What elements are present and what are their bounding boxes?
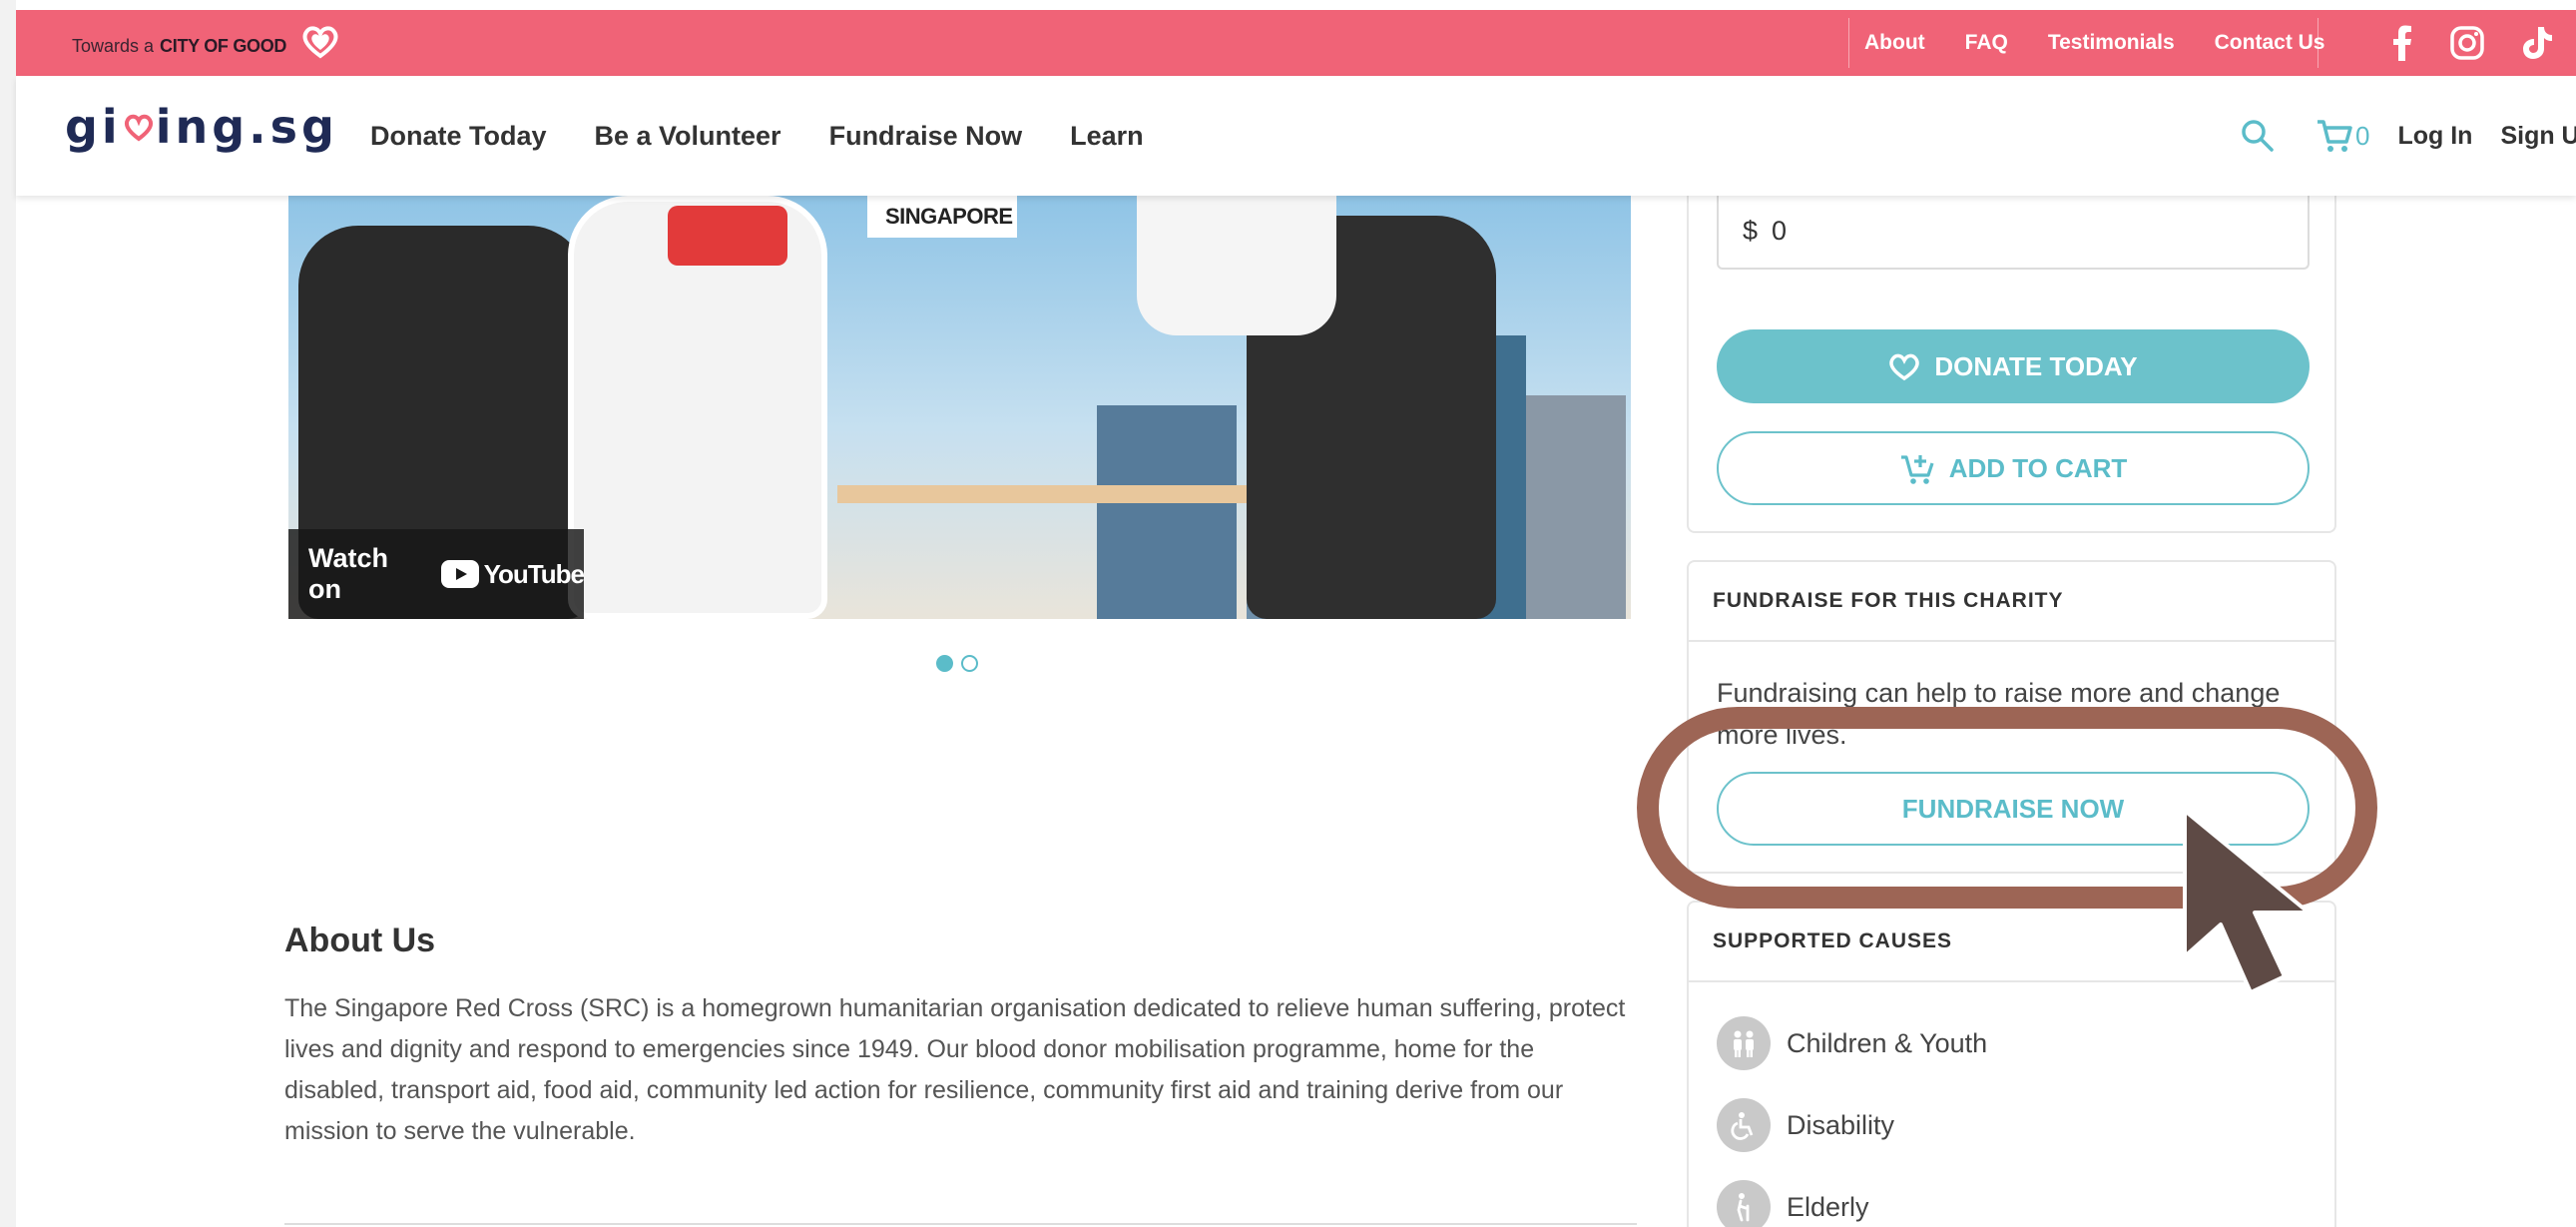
left-gutter xyxy=(0,0,16,1227)
add-cart-icon xyxy=(1900,455,1934,484)
city-of-good-tagline[interactable]: Towards a CITY OF GOOD xyxy=(72,26,340,62)
search-icon[interactable] xyxy=(2240,118,2276,154)
carousel-dot-1[interactable] xyxy=(936,655,953,672)
youtube-play-icon xyxy=(440,560,479,588)
hero-video[interactable]: SINGAPORE Watch on YouTube xyxy=(288,196,1631,619)
hero-person xyxy=(398,216,428,246)
watch-on-youtube[interactable]: Watch on YouTube xyxy=(288,529,585,619)
topbar-divider xyxy=(1848,18,1849,68)
cause-item-elderly[interactable]: Elderly xyxy=(1717,1180,1869,1227)
facebook-icon[interactable] xyxy=(2391,25,2413,61)
watch-on-label: Watch on xyxy=(308,543,388,604)
tagline-prefix: Towards a xyxy=(72,35,155,56)
giving-sg-logo[interactable]: gi ing.sg xyxy=(65,100,338,154)
cart-count: 0 xyxy=(2355,120,2370,151)
hero-logo-text: SINGAPORE xyxy=(885,204,1013,229)
add-to-cart-button[interactable]: ADD TO CART xyxy=(1717,431,2310,505)
login-link[interactable]: Log In xyxy=(2397,122,2472,151)
currency-symbol: $ xyxy=(1743,215,1759,246)
page: Towards a CITY OF GOOD About FAQ Testimo… xyxy=(0,0,2576,1227)
cause-label: Elderly xyxy=(1787,1191,1869,1222)
nav-actions: 0 Log In Sign Up xyxy=(2240,76,2576,196)
nav-be-a-volunteer[interactable]: Be a Volunteer xyxy=(595,121,781,152)
add-to-cart-label: ADD TO CART xyxy=(1948,452,2128,483)
cause-item-children-youth[interactable]: Children & Youth xyxy=(1717,1016,1987,1070)
nav-donate-today[interactable]: Donate Today xyxy=(370,121,547,152)
about-us-heading: About Us xyxy=(284,921,436,959)
youtube-label: YouTube xyxy=(483,558,585,589)
instagram-icon[interactable] xyxy=(2449,25,2485,61)
brand-text-start: gi xyxy=(65,100,122,154)
brand-text-end: ing.sg xyxy=(155,100,338,154)
heart-icon xyxy=(1889,353,1920,381)
cause-item-disability[interactable]: Disability xyxy=(1717,1098,1894,1152)
fundraise-card-heading: FUNDRAISE FOR THIS CHARITY xyxy=(1689,562,2334,642)
donate-card: $ 0 DONATE TODAY ADD TO CART xyxy=(1687,182,2336,533)
cause-label: Children & Youth xyxy=(1787,1027,1988,1058)
carousel-dot-2[interactable] xyxy=(961,655,978,672)
donate-today-label: DONATE TODAY xyxy=(1934,350,2138,381)
cause-label: Disability xyxy=(1787,1109,1895,1140)
hero-person xyxy=(668,206,787,266)
signup-link[interactable]: Sign Up xyxy=(2500,122,2576,151)
top-link-faq[interactable]: FAQ xyxy=(1965,31,2008,55)
donation-amount-input[interactable]: $ 0 xyxy=(1717,194,2310,270)
mouse-cursor-icon xyxy=(2183,809,2311,994)
hero-building xyxy=(1097,405,1237,619)
brand-heart-icon xyxy=(124,114,153,142)
top-bar: Towards a CITY OF GOOD About FAQ Testimo… xyxy=(16,10,2576,76)
tiktok-icon[interactable] xyxy=(2521,25,2553,61)
wheelchair-icon xyxy=(1717,1098,1771,1152)
about-us-text: The Singapore Red Cross (SRC) is a homeg… xyxy=(284,994,1626,1145)
about-divider xyxy=(284,1223,1637,1225)
elderly-icon xyxy=(1717,1180,1771,1227)
social-links xyxy=(2391,10,2553,76)
tagline-emphasis: CITY OF GOOD xyxy=(160,35,287,56)
top-link-testimonials[interactable]: Testimonials xyxy=(2048,31,2175,55)
top-link-about[interactable]: About xyxy=(1864,31,1925,55)
heart-logo-icon xyxy=(302,26,338,59)
main-nav: gi ing.sg Donate Today Be a Volunteer Fu… xyxy=(16,76,2576,196)
cart-icon xyxy=(2318,120,2352,152)
children-icon xyxy=(1717,1016,1771,1070)
cart-button[interactable]: 0 xyxy=(2316,118,2369,154)
hero-person xyxy=(1137,196,1336,335)
youtube-logo: YouTube xyxy=(440,558,585,590)
carousel-dots xyxy=(936,655,978,672)
top-links: About FAQ Testimonials Contact Us xyxy=(1864,10,2325,76)
nav-learn[interactable]: Learn xyxy=(1070,121,1144,152)
donation-amount-value: 0 xyxy=(1772,215,1788,246)
donate-today-button[interactable]: DONATE TODAY xyxy=(1717,329,2310,403)
primary-nav-links: Donate Today Be a Volunteer Fundraise No… xyxy=(370,76,1144,196)
top-link-contact-us[interactable]: Contact Us xyxy=(2215,31,2325,55)
nav-fundraise-now[interactable]: Fundraise Now xyxy=(829,121,1023,152)
